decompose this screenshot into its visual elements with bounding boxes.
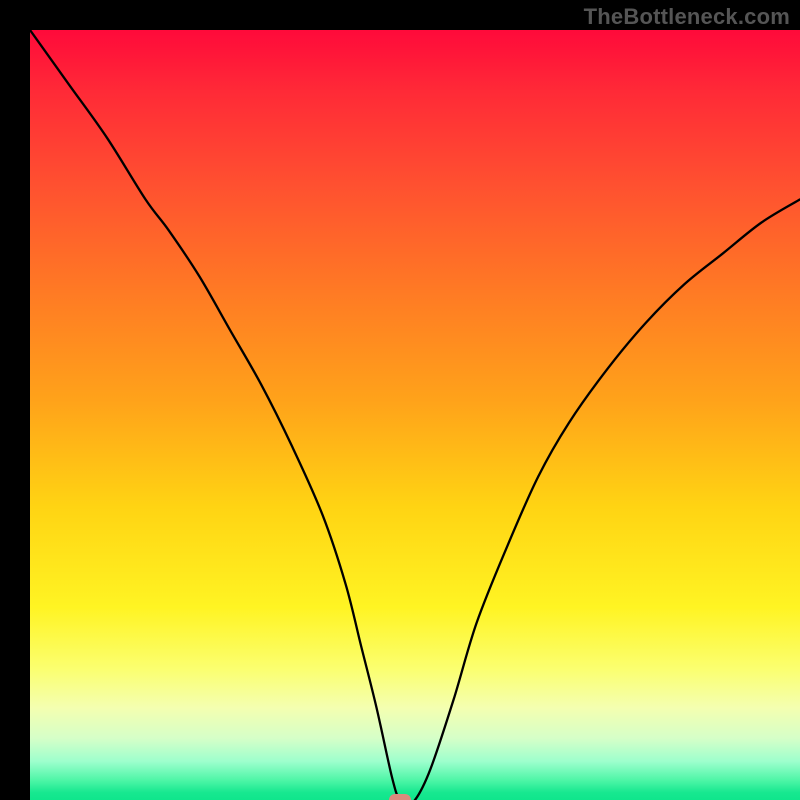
curve-layer <box>30 30 800 800</box>
watermark-text: TheBottleneck.com <box>584 4 790 30</box>
chart-frame: TheBottleneck.com <box>0 0 800 800</box>
optimal-marker <box>389 794 411 800</box>
bottleneck-curve <box>30 30 800 800</box>
plot-area <box>30 30 800 800</box>
